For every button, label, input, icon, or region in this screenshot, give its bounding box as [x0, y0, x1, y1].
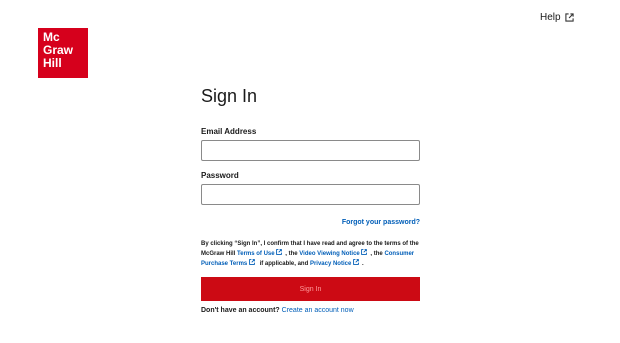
password-label: Password — [201, 171, 239, 180]
external-link-icon — [276, 249, 285, 258]
terms-sep-3: if applicable, and — [257, 261, 310, 268]
forgot-password-link[interactable]: Forgot your password? — [342, 219, 420, 226]
help-label: Help — [540, 12, 561, 23]
email-field[interactable] — [201, 140, 420, 161]
terms-sep-1: , the — [285, 251, 300, 258]
create-account-row: Don't have an account? Create an account… — [201, 307, 420, 314]
password-field[interactable] — [201, 184, 420, 205]
terms-suffix: . — [361, 261, 364, 268]
page-title: Sign In — [201, 86, 258, 106]
sign-in-button[interactable]: Sign In — [201, 277, 420, 302]
privacy-notice-link[interactable]: Privacy Notice — [310, 259, 362, 268]
email-label: Email Address — [201, 127, 257, 136]
forgot-row: Forgot your password? — [201, 211, 420, 229]
logo-line-3: Hill — [43, 56, 62, 70]
mcgraw-hill-logo[interactable]: Mc Graw Hill — [38, 28, 88, 78]
external-link-icon — [353, 259, 362, 268]
sign-in-form: Sign In Email Address Password Forgot yo… — [201, 86, 420, 314]
help-link[interactable]: Help — [540, 12, 574, 23]
create-account-link[interactable]: Create an account now — [282, 307, 354, 314]
video-notice-link[interactable]: Video Viewing Notice — [299, 249, 370, 257]
terms-of-use-link[interactable]: Terms of Use — [237, 249, 285, 258]
external-link-icon — [564, 13, 574, 22]
terms-sep-2: , the — [370, 251, 385, 258]
external-link-icon — [249, 259, 258, 268]
terms-text: By clicking “Sign In”, I confirm that I … — [201, 239, 420, 269]
no-account-text: Don't have an account? — [201, 307, 280, 315]
